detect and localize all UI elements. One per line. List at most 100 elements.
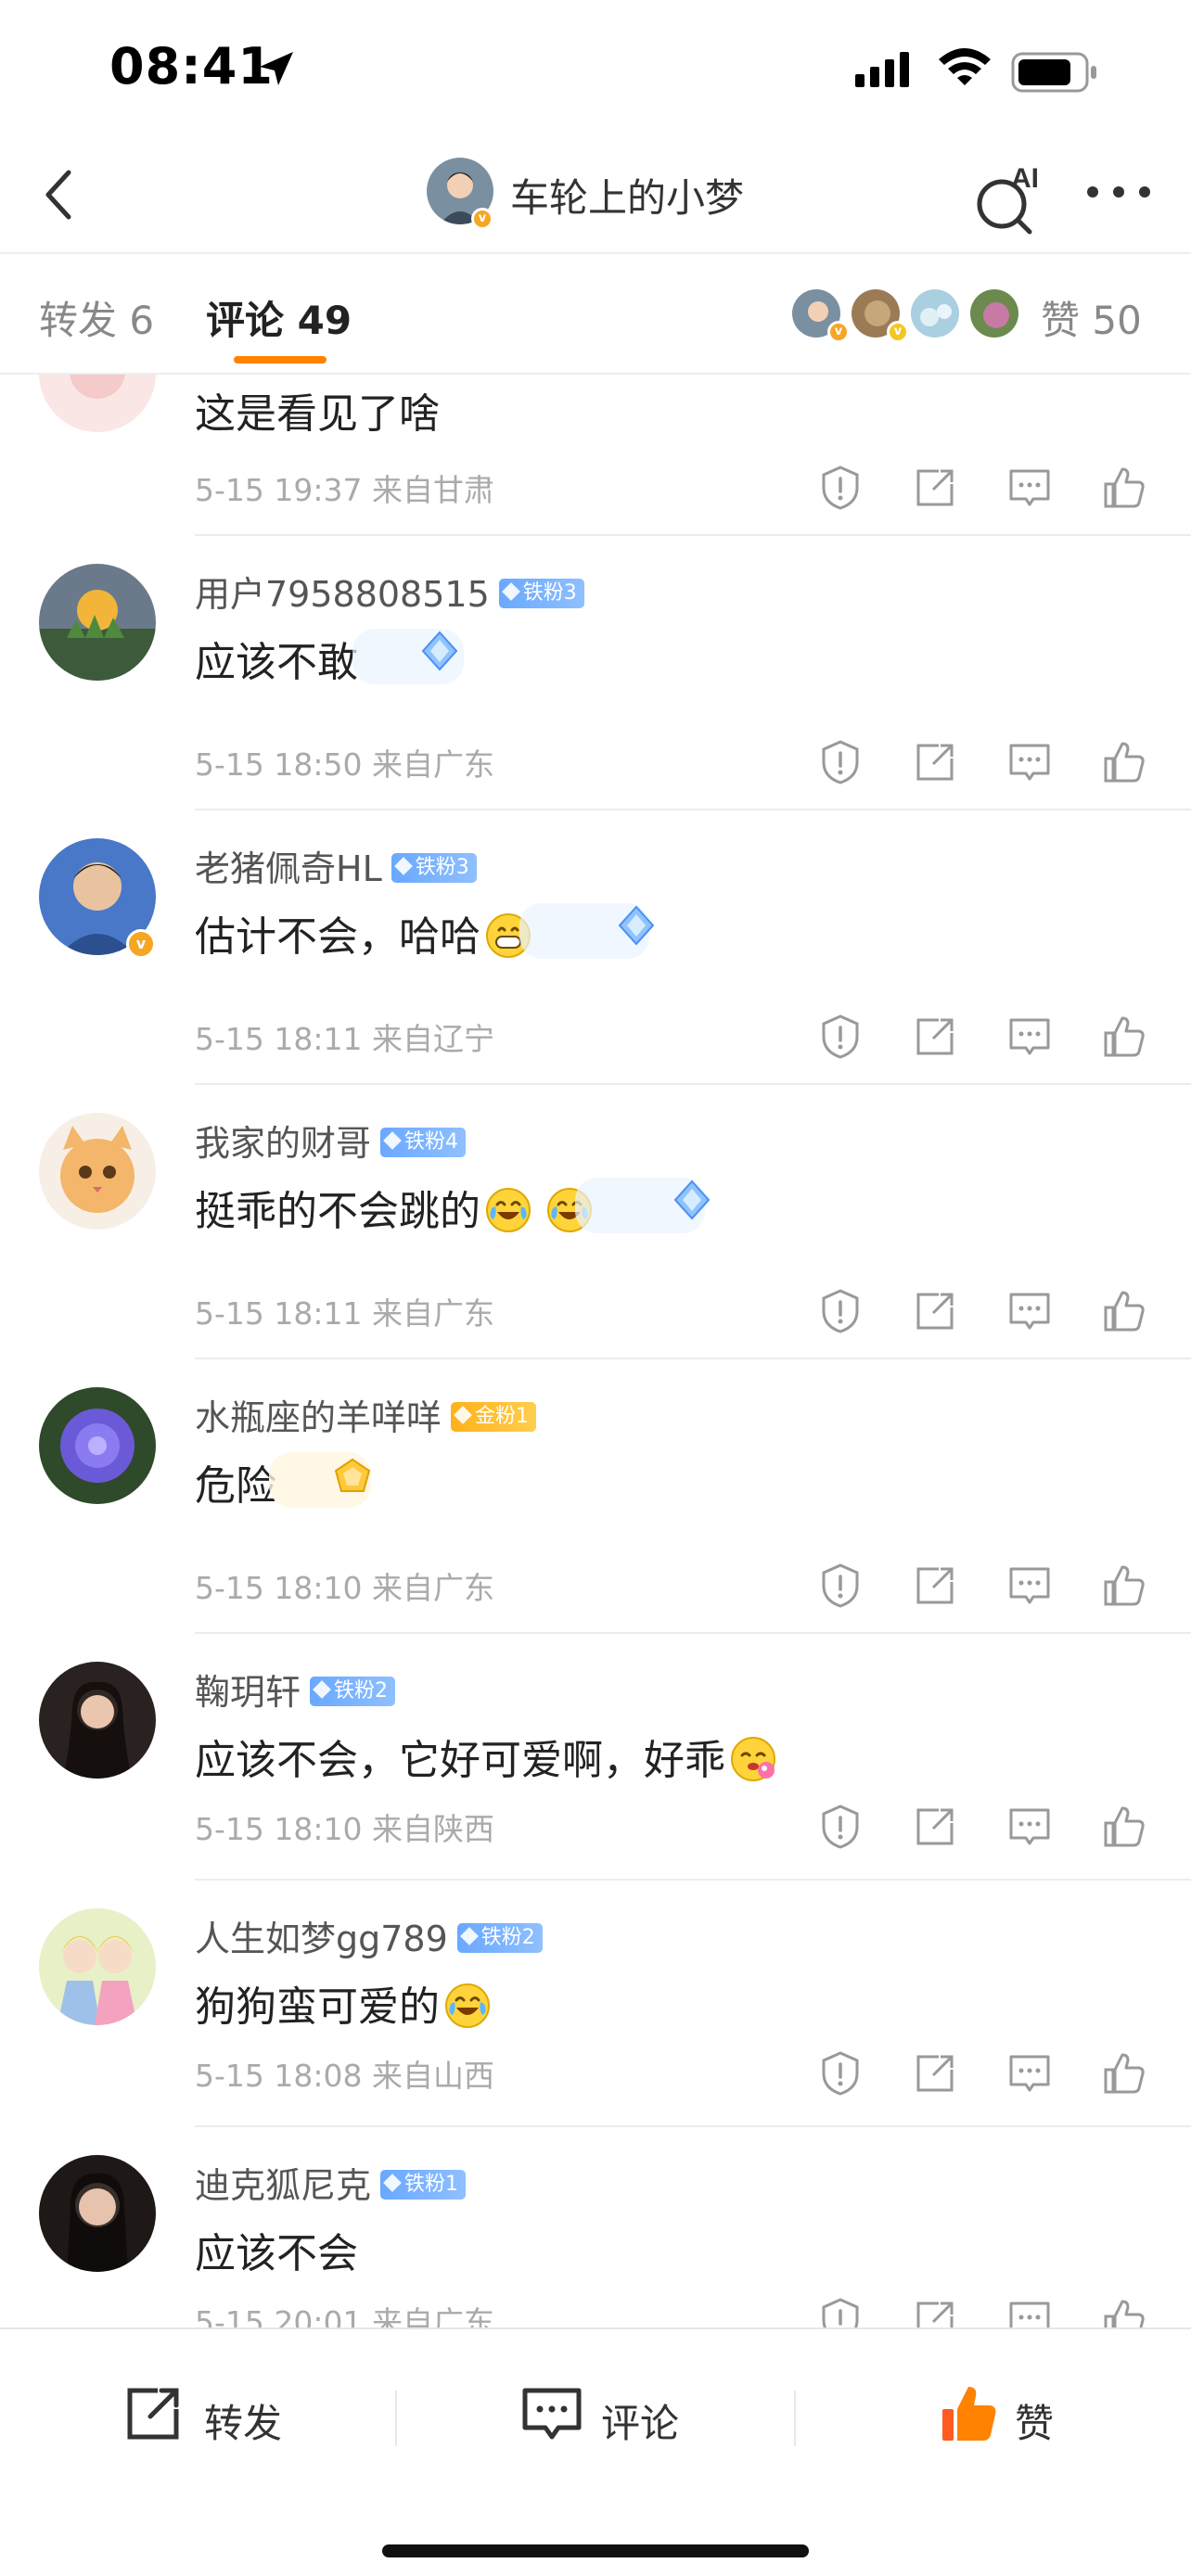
comment-icon xyxy=(522,2388,582,2440)
comment-text: 估计不会，哈哈 xyxy=(195,903,532,963)
separator xyxy=(395,2391,397,2446)
comment-item[interactable]: 鞠玥轩 铁粉2 应该不会，它好可爱啊，好乖 5-15 18:10 来自陕西 xyxy=(0,1634,1191,1881)
share-icon[interactable] xyxy=(911,1013,959,1061)
comment-username[interactable]: 鞠玥轩 铁粉2 xyxy=(195,1664,396,1715)
like-icon[interactable] xyxy=(1100,1287,1148,1335)
like-icon[interactable] xyxy=(1100,1803,1148,1851)
comment-actions xyxy=(816,2296,1159,2327)
more-icon[interactable] xyxy=(1083,178,1154,206)
like-icon[interactable] xyxy=(1100,738,1148,786)
report-icon[interactable] xyxy=(816,464,864,512)
comment-username[interactable]: 水瓶座的羊咩咩 金粉1 xyxy=(195,1389,537,1440)
avatar[interactable] xyxy=(39,564,156,681)
report-icon[interactable] xyxy=(816,2296,864,2327)
like-icon[interactable] xyxy=(1100,1013,1148,1061)
share-icon[interactable] xyxy=(911,1562,959,1610)
comment-actions xyxy=(816,1013,1159,1061)
comment-meta: 5-15 19:37 来自甘肃 xyxy=(195,465,494,510)
ai-label: AI xyxy=(1011,163,1039,194)
comment-item[interactable]: 用户7958808515 铁粉3 应该不敢 5-15 18:50 来自广东 xyxy=(0,536,1191,810)
report-icon[interactable] xyxy=(816,2049,864,2098)
share-icon[interactable] xyxy=(911,1803,959,1851)
comment-item[interactable]: 迪克狐尼克 铁粉1 应该不会 5-15 20:01 来自广东 xyxy=(0,2127,1191,2327)
reply-icon[interactable] xyxy=(1005,2049,1054,2098)
reply-icon[interactable] xyxy=(1005,1803,1054,1851)
report-icon[interactable] xyxy=(816,1562,864,1610)
repost-button[interactable]: 转发 xyxy=(121,2381,306,2455)
reply-icon[interactable] xyxy=(1005,2296,1054,2327)
comment-item[interactable]: 水瓶座的羊咩咩 金粉1 危险 5-15 18:10 来自广东 xyxy=(0,1359,1191,1634)
like-button[interactable]: 赞 xyxy=(937,2381,1085,2455)
comment-username[interactable]: 我家的财哥 铁粉4 xyxy=(195,1115,467,1166)
separator xyxy=(794,2391,796,2446)
comment-location: 来自广东 xyxy=(372,1570,494,1606)
like-icon[interactable] xyxy=(1100,1562,1148,1610)
avatar xyxy=(968,287,1020,339)
report-icon[interactable] xyxy=(816,738,864,786)
like-icon[interactable] xyxy=(1100,464,1148,512)
share-icon[interactable] xyxy=(911,738,959,786)
comment-username[interactable]: 用户7958808515 铁粉3 xyxy=(195,566,584,617)
comment-location: 来自广东 xyxy=(372,2304,494,2327)
author-name[interactable]: 车轮上的小梦 xyxy=(510,167,744,223)
reply-icon[interactable] xyxy=(1005,1013,1054,1061)
report-icon[interactable] xyxy=(816,1287,864,1335)
diamond-sticker-icon xyxy=(519,903,655,959)
username: 用户7958808515 xyxy=(195,574,490,615)
comment-time: 5-15 18:10 xyxy=(195,1811,363,1847)
comment-username[interactable]: 老猪佩奇HL 铁粉3 xyxy=(195,840,477,891)
share-icon[interactable] xyxy=(911,1287,959,1335)
comment-time: 5-15 18:11 xyxy=(195,1021,363,1057)
comment-meta: 5-15 18:10 来自陕西 xyxy=(195,1804,494,1849)
like-icon[interactable] xyxy=(1100,2296,1148,2327)
comment-username[interactable]: 人生如梦gg789 铁粉2 xyxy=(195,1910,543,1961)
home-indicator xyxy=(382,2544,809,2557)
comment-text: 应该不会 xyxy=(195,2230,358,2277)
tab-repost[interactable]: 转发 6 xyxy=(39,289,154,346)
fan-badge: 金粉1 xyxy=(451,1401,537,1432)
fan-badge: 铁粉3 xyxy=(391,852,477,883)
comment-actions xyxy=(816,738,1159,786)
comment-item[interactable]: 人生如梦gg789 铁粉2 狗狗蛮可爱的 5-15 18:08 来自山西 xyxy=(0,1881,1191,2127)
reply-icon[interactable] xyxy=(1005,738,1054,786)
reply-icon[interactable] xyxy=(1005,464,1054,512)
username: 我家的财哥 xyxy=(195,1123,372,1164)
like-icon[interactable] xyxy=(1100,2049,1148,2098)
gold-gem-sticker-icon xyxy=(269,1452,371,1508)
avatar[interactable] xyxy=(39,1113,156,1230)
avatar[interactable] xyxy=(39,1662,156,1779)
report-icon[interactable] xyxy=(816,1803,864,1851)
comment-meta: 5-15 18:08 来自山西 xyxy=(195,2051,494,2096)
avatar xyxy=(909,287,961,339)
avatar[interactable] xyxy=(39,1908,156,2025)
ai-search-icon[interactable]: AI xyxy=(972,158,1046,236)
comment-item[interactable]: v 老猪佩奇HL 铁粉3 估计不会，哈哈 5-15 18:11 来自辽宁 xyxy=(0,810,1191,1085)
share-icon[interactable] xyxy=(911,2049,959,2098)
report-icon[interactable] xyxy=(816,1013,864,1061)
tab-like[interactable]: 赞 50 xyxy=(1041,289,1142,346)
avatar[interactable] xyxy=(39,1387,156,1504)
share-icon[interactable] xyxy=(911,2296,959,2327)
comment-location: 来自甘肃 xyxy=(372,472,494,508)
avatar[interactable] xyxy=(39,375,156,432)
comment-actions xyxy=(816,1803,1159,1851)
comment-text: 危险 xyxy=(195,1462,276,1510)
reply-icon[interactable] xyxy=(1005,1287,1054,1335)
liker-avatars[interactable]: v v xyxy=(790,287,1041,343)
fan-badge: 铁粉2 xyxy=(456,1922,543,1953)
comment-username[interactable]: 迪克狐尼克 铁粉1 xyxy=(195,2157,467,2208)
comment-actions xyxy=(816,464,1159,512)
tab-bar: 转发 6 评论 49 v v 赞 50 xyxy=(0,254,1191,375)
comment-item[interactable]: 这是看见了啥 5-15 19:37 来自甘肃 xyxy=(0,375,1191,536)
reply-icon[interactable] xyxy=(1005,1562,1054,1610)
like-label: 赞 xyxy=(1015,2401,1055,2446)
avatar[interactable] xyxy=(39,2155,156,2272)
back-icon[interactable] xyxy=(28,161,93,226)
tab-comment[interactable]: 评论 49 xyxy=(206,289,352,346)
comment-item[interactable]: 我家的财哥 铁粉4 挺乖的不会跳的 5-15 18:11 来自广东 xyxy=(0,1085,1191,1359)
comment-actions xyxy=(816,2049,1159,2098)
comment-location: 来自广东 xyxy=(372,746,494,783)
comment-button[interactable]: 评论 xyxy=(519,2381,705,2455)
comment-time: 5-15 18:50 xyxy=(195,746,363,783)
share-icon[interactable] xyxy=(911,464,959,512)
